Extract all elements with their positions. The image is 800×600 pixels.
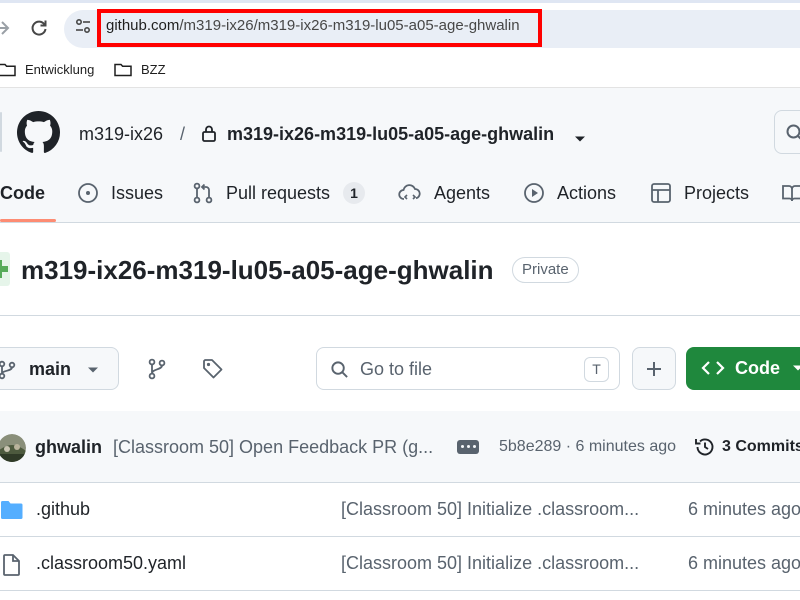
- chevron-down-icon: [88, 367, 98, 373]
- folder-icon: [0, 63, 16, 76]
- menu-button-edge[interactable]: [0, 112, 2, 152]
- repo-name-link[interactable]: m319-ix26-m319-lu05-a05-age-ghwalin: [227, 123, 554, 145]
- file-icon: [3, 554, 20, 576]
- file-commit-age: 6 minutes ago: [688, 553, 800, 573]
- tab-agents[interactable]: Agents: [398, 180, 490, 206]
- bookmark-label: BZZ: [141, 61, 166, 77]
- keyboard-shortcut-hint: T: [584, 357, 609, 382]
- commit-author[interactable]: ghwalin: [35, 437, 102, 458]
- title-divider: [0, 315, 800, 316]
- play-icon: [524, 183, 544, 203]
- active-tab-indicator: [0, 219, 56, 222]
- tab-actions[interactable]: Actions: [523, 180, 616, 206]
- branch-icon: [0, 360, 16, 380]
- bookmarks-bar: Entwicklung BZZ: [0, 53, 800, 85]
- file-commit-message[interactable]: [Classroom 50] Initialize .classroom...: [341, 499, 639, 520]
- commit-hash-time[interactable]: 5b8e289 · 6 minutes ago: [499, 438, 676, 456]
- tab-label: Agents: [434, 182, 491, 203]
- pull-request-counter: 1: [343, 182, 366, 204]
- folder-icon: [114, 63, 132, 76]
- ellipsis-dot: [461, 445, 464, 448]
- search-icon: [786, 124, 800, 140]
- tab-wiki[interactable]: [781, 180, 800, 206]
- tab-label: Actions: [557, 182, 617, 203]
- bookmark-folder-entwicklung[interactable]: Entwicklung: [0, 58, 94, 80]
- bookmark-label: Entwicklung: [25, 61, 95, 77]
- tag-icon: [203, 359, 223, 379]
- commit-details-toggle[interactable]: [457, 440, 479, 454]
- site-info-icon[interactable]: [74, 17, 92, 35]
- commits-count-link[interactable]: 3 Commits: [722, 438, 800, 456]
- branch-icon: [148, 358, 166, 380]
- agents-icon: [398, 184, 421, 200]
- branches-link[interactable]: [146, 358, 168, 380]
- go-to-file-input[interactable]: Go to file T: [316, 347, 620, 390]
- branch-name: main: [29, 359, 72, 379]
- code-button[interactable]: Code: [686, 347, 800, 390]
- chevron-down-icon[interactable]: [574, 130, 586, 142]
- table-icon: [651, 183, 671, 203]
- search-icon: [331, 361, 348, 378]
- tab-label: Projects: [684, 182, 750, 203]
- repo-avatar: [0, 252, 10, 286]
- file-name[interactable]: .classroom50.yaml: [36, 553, 186, 574]
- url-highlight-box: [97, 9, 542, 47]
- tab-code[interactable]: Code: [0, 180, 45, 206]
- file-commit-age: 6 minutes ago: [688, 499, 800, 519]
- repo-title[interactable]: m319-ix26-m319-lu05-a05-age-ghwalin: [21, 255, 494, 285]
- github-logo-icon[interactable]: [17, 111, 60, 154]
- bookmark-folder-bzz[interactable]: BZZ: [114, 58, 166, 80]
- history-icon[interactable]: [694, 436, 716, 458]
- owner-link[interactable]: m319-ix26: [79, 123, 163, 145]
- add-file-button[interactable]: [632, 347, 676, 390]
- table-row[interactable]: .github [Classroom 50] Initialize .class…: [0, 483, 800, 537]
- issue-icon: [78, 183, 98, 203]
- lock-icon: [201, 124, 217, 142]
- ellipsis-dot: [473, 445, 476, 448]
- visibility-badge: Private: [512, 257, 579, 283]
- branch-selector[interactable]: main: [0, 347, 119, 390]
- plus-icon: [647, 362, 661, 376]
- tab-projects[interactable]: Projects: [650, 180, 749, 206]
- tab-issues[interactable]: Issues: [77, 180, 163, 206]
- search-button[interactable]: [774, 110, 800, 154]
- code-icon: [701, 361, 725, 375]
- code-button-label: Code: [735, 358, 780, 378]
- forward-arrow-icon[interactable]: [0, 19, 10, 37]
- book-icon: [782, 185, 800, 202]
- tab-label: Pull requests: [226, 182, 331, 203]
- tab-label: Issues: [111, 182, 164, 203]
- ellipsis-dot: [467, 445, 470, 448]
- tags-link[interactable]: [202, 358, 224, 380]
- tab-pull-requests[interactable]: Pull requests 1: [192, 180, 366, 206]
- commit-message[interactable]: [Classroom 50] Open Feedback PR (g...: [113, 437, 433, 458]
- tab-label: Code: [0, 182, 45, 203]
- chevron-down-icon: [793, 365, 800, 371]
- pull-request-icon: [193, 182, 213, 204]
- table-row[interactable]: .classroom50.yaml [Classroom 50] Initial…: [0, 537, 800, 591]
- folder-icon: [1, 501, 23, 519]
- file-commit-message[interactable]: [Classroom 50] Initialize .classroom...: [341, 553, 639, 574]
- go-to-file-placeholder: Go to file: [360, 359, 433, 379]
- path-separator: /: [180, 124, 186, 144]
- reload-icon[interactable]: [28, 17, 50, 39]
- file-name[interactable]: .github: [36, 499, 90, 520]
